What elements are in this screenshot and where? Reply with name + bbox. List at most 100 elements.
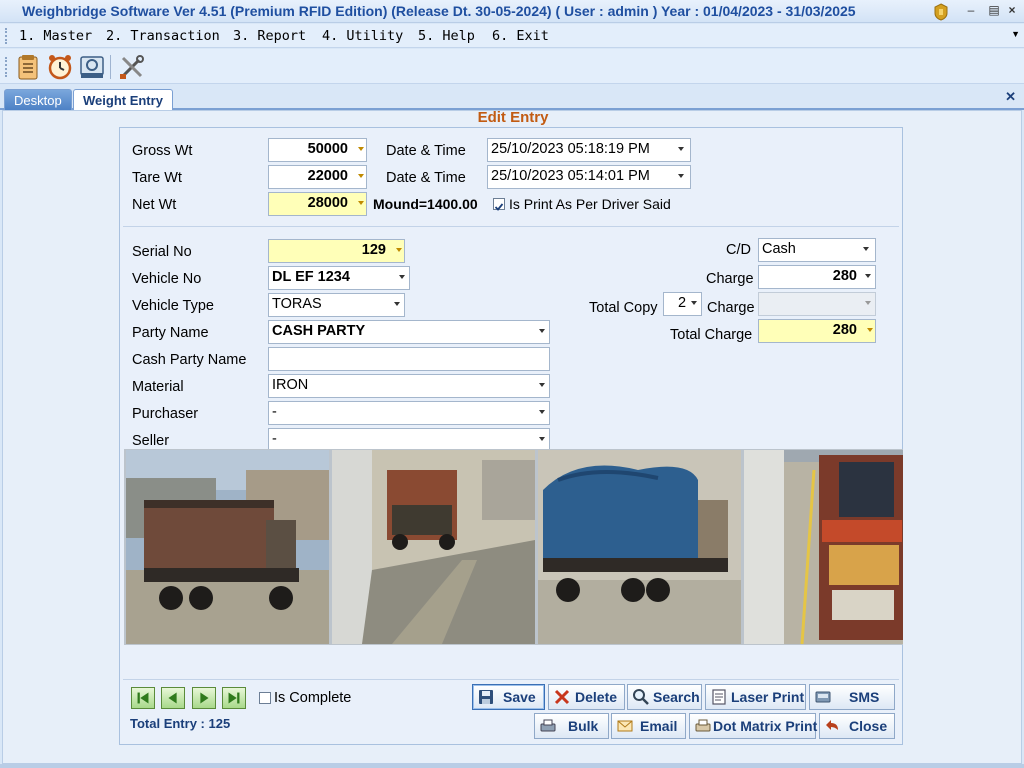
app-logo-icon: [934, 3, 948, 21]
window-title: Weighbridge Software Ver 4.51 (Premium R…: [22, 3, 856, 19]
search-icon: [633, 689, 649, 705]
charge-label: Charge: [706, 271, 754, 287]
serial-no-field[interactable]: 129: [268, 239, 405, 263]
chevron-down-icon: [358, 147, 364, 151]
vehicle-no-combo[interactable]: DL EF 1234: [268, 266, 410, 290]
menu-exit[interactable]: 6. Exit: [492, 28, 549, 44]
menu-help[interactable]: 5. Help: [418, 28, 475, 44]
serial-no-label: Serial No: [132, 244, 192, 260]
sms-button[interactable]: SMS: [809, 684, 895, 710]
last-record-icon[interactable]: [222, 687, 246, 709]
party-name-combo[interactable]: CASH PARTY: [268, 320, 550, 344]
tare-datetime-picker[interactable]: 25/10/2023 05:14:01 PM: [487, 165, 691, 189]
toolbar-separator: [110, 55, 111, 79]
cash-party-name-input[interactable]: [268, 347, 550, 371]
is-complete-label: Is Complete: [274, 690, 352, 706]
camera-snapshots: [124, 449, 903, 645]
gross-wt-label: Gross Wt: [132, 143, 193, 159]
toolbar: [0, 49, 1024, 84]
charge-field[interactable]: 280: [758, 265, 876, 289]
save-icon: [479, 690, 493, 704]
camera-photo-1[interactable]: [126, 450, 329, 644]
tab-strip: Desktop Weight Entry ✕: [0, 86, 1024, 113]
total-charge-field[interactable]: 280: [758, 319, 876, 343]
delete-button[interactable]: Delete: [548, 684, 625, 710]
copy-charge-label: Charge: [707, 300, 755, 316]
net-wt-label: Net Wt: [132, 197, 177, 213]
first-record-icon[interactable]: [131, 687, 155, 709]
print-as-driver-label: Is Print As Per Driver Said: [509, 196, 671, 212]
maximize-button[interactable]: ▤: [986, 3, 1002, 17]
bulk-icon: [540, 719, 556, 732]
delete-icon: [554, 689, 570, 705]
gross-datetime-picker[interactable]: 25/10/2023 05:18:19 PM: [487, 138, 691, 162]
title-bar: Weighbridge Software Ver 4.51 (Premium R…: [0, 0, 1024, 23]
status-strip: [0, 764, 1024, 768]
menu-report[interactable]: 3. Report: [233, 28, 306, 44]
gross-wt-field[interactable]: 50000: [268, 138, 367, 162]
alarm-clock-icon[interactable]: [46, 53, 74, 81]
tab-desktop[interactable]: Desktop: [4, 89, 72, 111]
material-combo[interactable]: IRON: [268, 374, 550, 398]
menu-utility[interactable]: 4. Utility: [322, 28, 403, 44]
close-button[interactable]: Close: [819, 713, 895, 739]
chevron-down-icon: [691, 301, 697, 305]
menu-overflow-arrow[interactable]: ▼: [1011, 29, 1020, 39]
chevron-down-icon: [539, 410, 545, 414]
cd-combo[interactable]: Cash: [758, 238, 876, 262]
tools-icon[interactable]: [118, 53, 146, 81]
chevron-down-icon: [399, 275, 405, 279]
net-wt-field[interactable]: 28000: [268, 192, 367, 216]
dot-matrix-print-button[interactable]: Dot Matrix Print: [689, 713, 817, 739]
backup-icon[interactable]: [78, 53, 106, 81]
menu-master[interactable]: 1. Master: [19, 28, 92, 44]
chevron-down-icon: [396, 248, 402, 252]
total-copy-combo[interactable]: 2: [663, 292, 702, 316]
purchaser-combo[interactable]: -: [268, 401, 550, 425]
mound-value: Mound=1400.00: [373, 196, 478, 212]
report-icon[interactable]: [14, 53, 42, 81]
gross-datetime-label: Date & Time: [386, 143, 466, 159]
save-button[interactable]: Save: [472, 684, 545, 710]
print-as-driver-checkbox[interactable]: [493, 198, 505, 211]
minimize-button[interactable]: –: [963, 3, 979, 17]
section-divider: [123, 226, 899, 227]
edit-entry-window: Edit Entry Gross Wt 50000 Date & Time 25…: [2, 109, 1022, 764]
sms-icon: [815, 691, 831, 703]
tare-wt-label: Tare Wt: [132, 170, 182, 186]
cash-party-name-label: Cash Party Name: [132, 352, 247, 368]
email-button[interactable]: Email: [611, 713, 686, 739]
seller-label: Seller: [132, 433, 170, 449]
vehicle-type-combo[interactable]: TORAS: [268, 293, 405, 317]
dot-matrix-icon: [695, 719, 711, 732]
chevron-down-icon: [865, 274, 871, 278]
chevron-down-icon: [865, 301, 871, 305]
is-complete-checkbox[interactable]: [259, 692, 271, 704]
email-icon: [617, 720, 633, 732]
vehicle-no-label: Vehicle No: [132, 271, 202, 287]
bulk-button[interactable]: Bulk: [534, 713, 609, 739]
next-record-icon[interactable]: [192, 687, 216, 709]
chevron-down-icon: [539, 329, 545, 333]
menu-transaction[interactable]: 2. Transaction: [106, 28, 220, 44]
camera-photo-2[interactable]: [332, 450, 535, 644]
close-icon: [826, 720, 838, 730]
camera-photo-3[interactable]: [538, 450, 741, 644]
copy-charge-field[interactable]: [758, 292, 876, 316]
form-panel: Gross Wt 50000 Date & Time 25/10/2023 05…: [119, 127, 903, 745]
chevron-down-icon: [678, 174, 684, 178]
toolbar-grip: [5, 57, 7, 77]
chevron-down-icon: [358, 174, 364, 178]
tare-wt-field[interactable]: 22000: [268, 165, 367, 189]
edit-entry-title: Edit Entry: [477, 109, 549, 126]
tab-close-icon[interactable]: ✕: [1005, 89, 1016, 105]
total-charge-label: Total Charge: [670, 327, 753, 343]
laser-print-button[interactable]: Laser Print: [705, 684, 806, 710]
party-name-label: Party Name: [132, 325, 209, 341]
checkmark-icon: [494, 203, 504, 211]
window-close-button[interactable]: ×: [1004, 3, 1020, 17]
search-button[interactable]: Search: [627, 684, 702, 710]
previous-record-icon[interactable]: [161, 687, 185, 709]
camera-photo-4[interactable]: [744, 450, 903, 644]
material-label: Material: [132, 379, 184, 395]
